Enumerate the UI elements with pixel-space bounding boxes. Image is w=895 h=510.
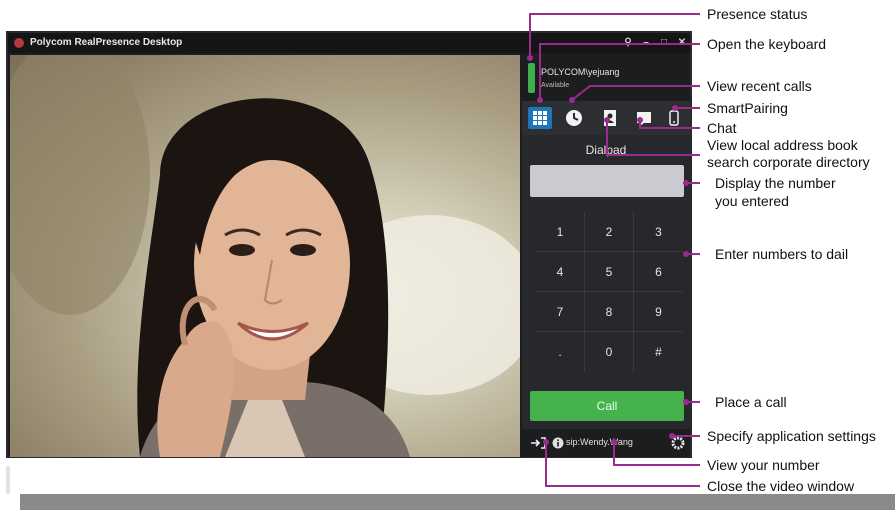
- key-1[interactable]: 1: [536, 212, 585, 252]
- presence-status-indicator[interactable]: [528, 63, 535, 93]
- key-7[interactable]: 7: [536, 292, 585, 332]
- annotation-corporate-directory: search corporate directory: [707, 154, 870, 170]
- annotation-view-number: View your number: [707, 457, 820, 473]
- annotation-recent-calls: View recent calls: [707, 78, 812, 94]
- annotation-open-keyboard: Open the keyboard: [707, 36, 827, 52]
- sip-number: sip:Wendy.Wang: [566, 437, 633, 447]
- video-feed-image: [10, 55, 520, 457]
- key-0[interactable]: 0: [585, 332, 634, 372]
- pin-icon[interactable]: ⚲: [620, 33, 636, 53]
- key-5[interactable]: 5: [585, 252, 634, 292]
- maximize-button[interactable]: □: [656, 33, 672, 53]
- key-4[interactable]: 4: [536, 252, 585, 292]
- annotation-close-video: Close the video window: [707, 478, 855, 494]
- key-8[interactable]: 8: [585, 292, 634, 332]
- key-6[interactable]: 6: [634, 252, 683, 292]
- annotation-smartpairing: SmartPairing: [707, 100, 788, 116]
- number-input[interactable]: [530, 165, 684, 197]
- address-book-icon[interactable]: [598, 107, 622, 129]
- keypad-icon[interactable]: [528, 107, 552, 129]
- key-hash[interactable]: #: [634, 332, 683, 372]
- bottom-gray-bar: [20, 494, 895, 510]
- user-status: Available: [541, 82, 570, 89]
- close-video-icon[interactable]: [530, 435, 546, 451]
- settings-gear-icon[interactable]: [670, 435, 686, 451]
- key-9[interactable]: 9: [634, 292, 683, 332]
- user-info: POLYCOM\yejuang Available: [522, 55, 690, 101]
- info-icon[interactable]: [550, 435, 566, 451]
- call-button[interactable]: Call: [530, 391, 684, 421]
- annotation-enter-numbers: Enter numbers to dail: [715, 246, 849, 262]
- smartpairing-icon[interactable]: [662, 107, 686, 129]
- key-dot[interactable]: .: [536, 332, 585, 372]
- user-name: POLYCOM\yejuang: [541, 67, 620, 77]
- chat-icon[interactable]: [632, 107, 656, 129]
- title-bar: Polycom RealPresence Desktop ⚲ – □ ✕: [8, 33, 690, 53]
- annotation-you-entered: you entered: [715, 193, 789, 209]
- annotation-chat: Chat: [707, 120, 737, 136]
- video-window: [10, 55, 520, 457]
- window-title: Polycom RealPresence Desktop: [30, 37, 183, 48]
- app-window: Polycom RealPresence Desktop ⚲ – □ ✕ POL…: [6, 31, 692, 458]
- annotation-settings: Specify application settings: [707, 428, 876, 444]
- dialpad-title: Dialpad: [585, 143, 627, 157]
- divider: [6, 466, 10, 494]
- annotation-display-number: Display the number: [715, 175, 836, 191]
- close-button[interactable]: ✕: [674, 33, 690, 53]
- minimize-button[interactable]: –: [638, 33, 654, 53]
- recent-calls-icon[interactable]: [562, 107, 586, 129]
- key-3[interactable]: 3: [634, 212, 683, 252]
- annotation-presence-status: Presence status: [707, 6, 808, 22]
- key-2[interactable]: 2: [585, 212, 634, 252]
- side-panel: POLYCOM\yejuang Available Dialpad 1 2 3 …: [522, 55, 690, 457]
- polycom-logo-icon: [14, 38, 24, 48]
- nav-bar: [522, 101, 690, 135]
- bottom-bar: sip:Wendy.Wang: [522, 429, 690, 457]
- annotation-place-call: Place a call: [715, 394, 787, 410]
- annotation-address-book: View local address book: [707, 137, 858, 153]
